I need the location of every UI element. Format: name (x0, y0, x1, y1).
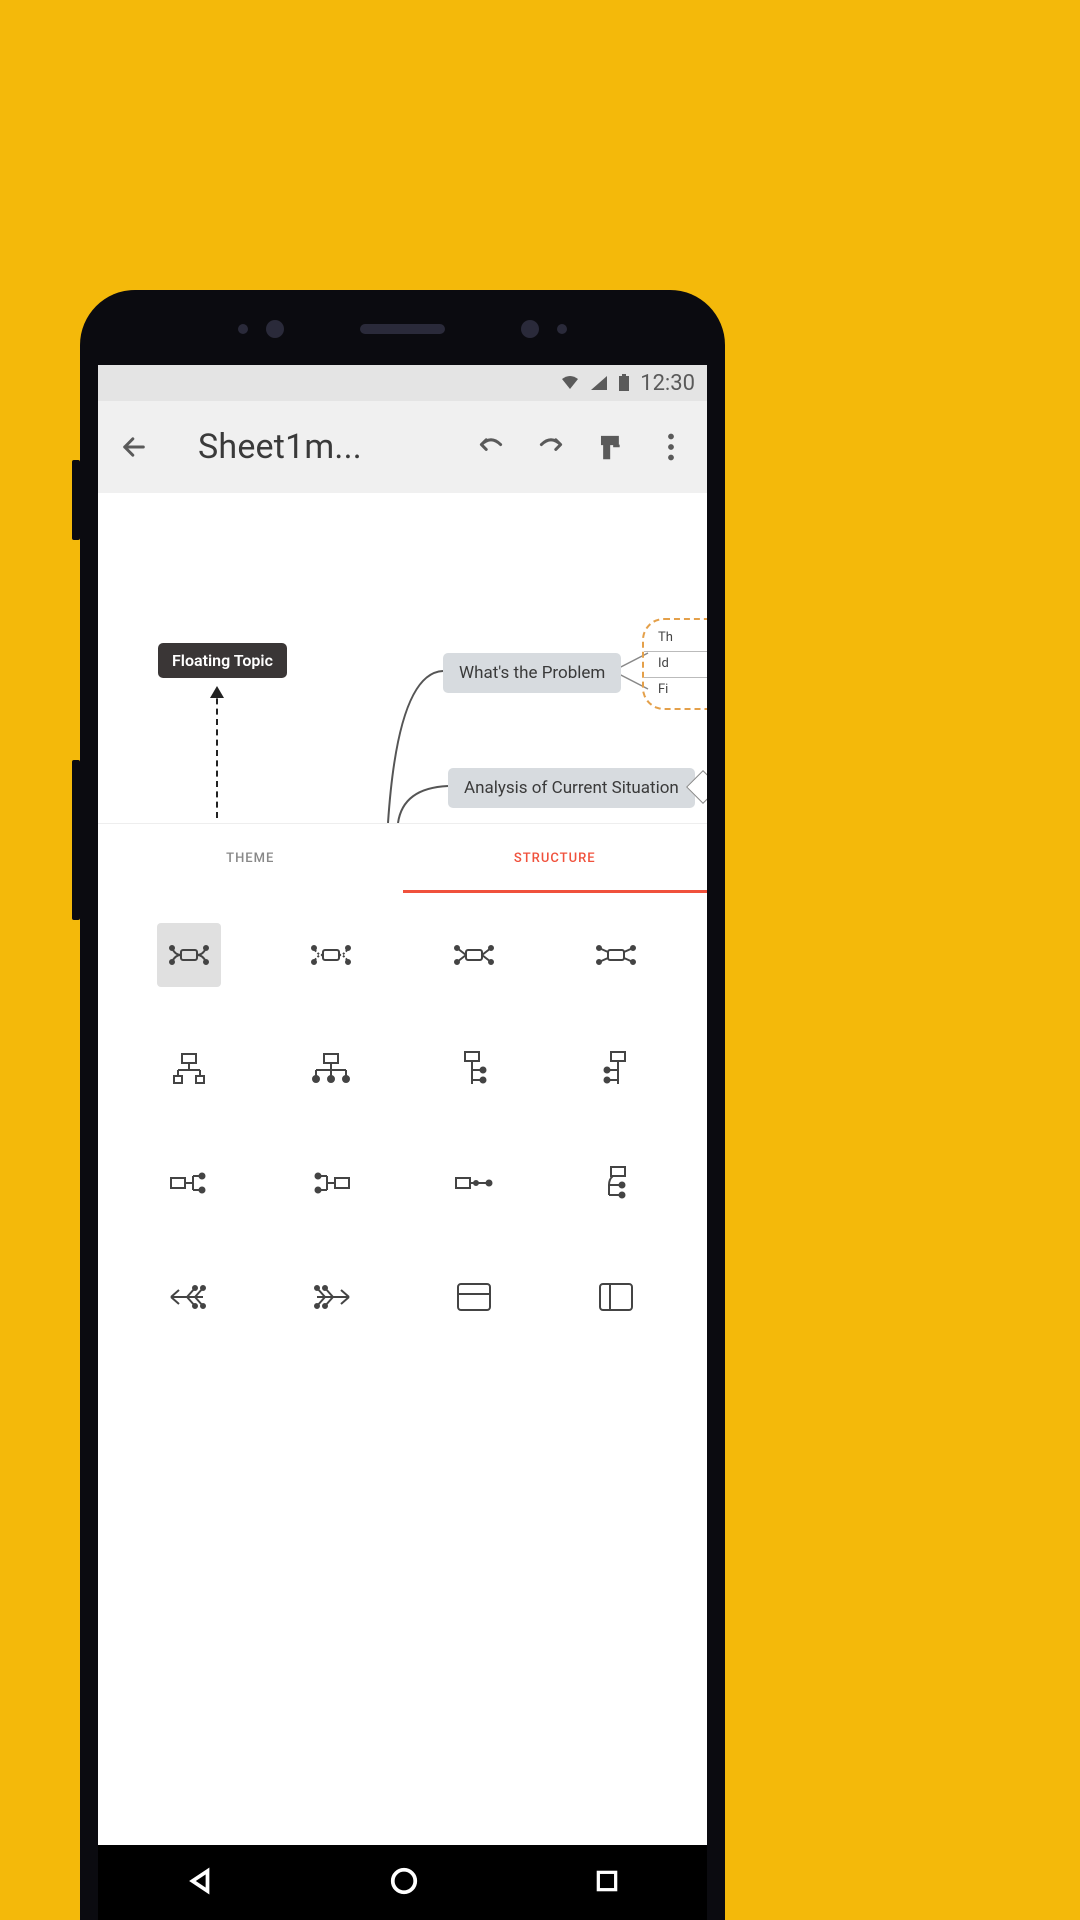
phone-volume-button-2 (72, 760, 80, 920)
back-button[interactable] (118, 431, 150, 463)
format-button[interactable] (595, 431, 627, 463)
structure-option-logic-4[interactable] (584, 1151, 648, 1215)
phone-speaker (80, 320, 725, 338)
side-item: Th (658, 628, 706, 649)
structure-option-logic-1[interactable] (157, 1151, 221, 1215)
panel-tabs: THEME STRUCTURE (98, 823, 707, 893)
undo-button[interactable] (475, 431, 507, 463)
tab-theme[interactable]: THEME (98, 824, 403, 893)
mindmap-node[interactable]: Analysis of Current Situation (448, 768, 695, 808)
clock-text: 12:30 (640, 371, 695, 396)
structure-option-mindmap-4[interactable] (584, 923, 648, 987)
mindmap-side-group[interactable]: Th Id Fi (642, 618, 707, 710)
structure-option-mindmap-1[interactable] (157, 923, 221, 987)
structure-option-orgchart-3[interactable] (442, 1037, 506, 1101)
structure-option-fishbone-left[interactable] (157, 1265, 221, 1329)
structure-option-orgchart-1[interactable] (157, 1037, 221, 1101)
side-item: Id (658, 654, 706, 675)
mindmap-canvas[interactable]: Floating Topic What's the Problem Analys… (98, 493, 707, 823)
document-title[interactable]: Sheet1m... (198, 427, 447, 467)
status-bar: 12:30 (98, 365, 707, 401)
nav-recent-button[interactable] (594, 1868, 620, 1898)
mindmap-node[interactable]: What's the Problem (443, 653, 621, 693)
more-menu-button[interactable] (655, 431, 687, 463)
structure-option-orgchart-4[interactable] (584, 1037, 648, 1101)
redo-button[interactable] (535, 431, 567, 463)
structure-option-orgchart-2[interactable] (299, 1037, 363, 1101)
nav-back-button[interactable] (185, 1866, 215, 1900)
dashed-arrow-line (216, 688, 218, 818)
structure-option-matrix-1[interactable] (442, 1265, 506, 1329)
app-toolbar: Sheet1m... (98, 401, 707, 493)
structure-option-mindmap-3[interactable] (442, 923, 506, 987)
structure-option-logic-2[interactable] (299, 1151, 363, 1215)
structure-option-mindmap-2[interactable] (299, 923, 363, 987)
signal-icon (590, 375, 608, 391)
battery-icon (618, 374, 630, 392)
structure-option-fishbone-right[interactable] (299, 1265, 363, 1329)
android-nav-bar (98, 1845, 707, 1920)
phone-frame: 12:30 Sheet1m... (80, 290, 725, 1920)
nav-home-button[interactable] (389, 1866, 419, 1900)
structure-grid (98, 893, 707, 1343)
structure-option-matrix-2[interactable] (584, 1265, 648, 1329)
tab-structure[interactable]: STRUCTURE (403, 824, 708, 893)
wifi-icon (560, 375, 580, 391)
phone-volume-button-1 (72, 460, 80, 540)
screen: 12:30 Sheet1m... (98, 365, 707, 1920)
structure-option-logic-3[interactable] (442, 1151, 506, 1215)
floating-topic-node[interactable]: Floating Topic (158, 643, 287, 678)
side-item: Fi (658, 680, 706, 701)
